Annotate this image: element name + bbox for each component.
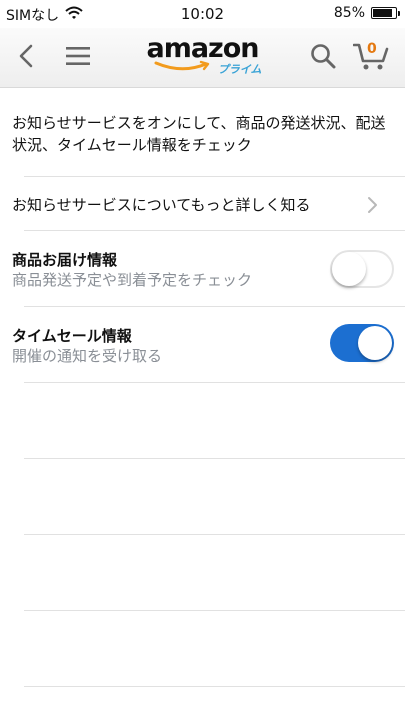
setting-description: 開催の通知を受け取る: [12, 347, 163, 365]
divider: [24, 534, 405, 535]
learn-more-row[interactable]: お知らせサービスについてもっと詳しく知る: [0, 176, 405, 230]
learn-more-label: お知らせサービスについてもっと詳しく知る: [12, 196, 311, 214]
setting-title: タイムセール情報: [12, 327, 132, 345]
timesale-toggle[interactable]: [330, 324, 394, 362]
setting-title: 商品お届け情報: [12, 251, 118, 269]
search-icon[interactable]: [305, 38, 341, 74]
divider: [24, 610, 405, 611]
battery-percent: 85%: [333, 5, 365, 21]
status-bar: SIMなし 10:02 85%: [0, 0, 405, 28]
divider: [24, 686, 405, 687]
battery-fill: [373, 9, 392, 17]
nav-header: amazon プライム 0: [0, 28, 405, 88]
back-icon[interactable]: [8, 38, 44, 74]
setting-row-timesale: タイムセール情報 開催の通知を受け取る: [0, 307, 405, 379]
cart-icon[interactable]: 0: [353, 38, 389, 74]
setting-row-delivery: 商品お届け情報 商品発送予定や到着予定をチェック: [0, 231, 405, 303]
amazon-prime-logo: amazon プライム: [138, 34, 268, 78]
cart-count-badge: 0: [367, 41, 377, 57]
toggle-knob: [358, 326, 392, 360]
status-right: 85%: [333, 5, 400, 21]
setting-description: 商品発送予定や到着予定をチェック: [12, 271, 253, 289]
delivery-toggle[interactable]: [330, 250, 394, 288]
smile-arrow-icon: [154, 60, 209, 71]
toggle-knob: [332, 252, 366, 286]
menu-icon[interactable]: [60, 38, 96, 74]
intro-text: お知らせサービスをオンにして、商品の発送状況、配送状況、タイムセール情報をチェッ…: [12, 114, 386, 154]
divider: [24, 382, 405, 383]
battery-icon: [371, 7, 400, 19]
divider: [24, 458, 405, 459]
chevron-right-icon: [368, 197, 377, 213]
logo-prime-label: プライム: [217, 63, 262, 76]
